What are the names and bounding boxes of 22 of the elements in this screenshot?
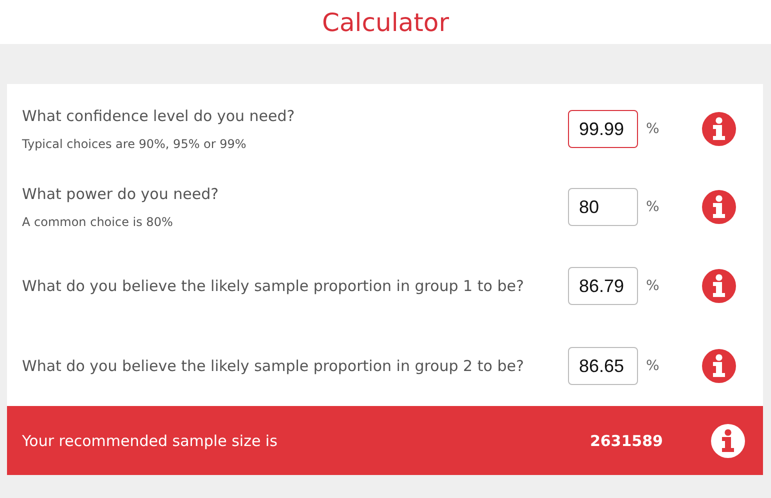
input-field[interactable]: 99.99	[568, 110, 638, 148]
input-field[interactable]: 80	[568, 188, 638, 226]
result-value: 2631589	[590, 432, 663, 450]
percent-unit: %	[645, 199, 660, 215]
question-label: What do you believe the likely sample proportion in group 2 to be?	[22, 357, 525, 375]
question-label: What confidence level do you need?	[22, 107, 296, 125]
result-label: Your recommended sample size is	[22, 432, 278, 450]
info-icon[interactable]	[701, 189, 737, 225]
percent-unit: %	[645, 278, 660, 294]
info-icon[interactable]	[710, 422, 746, 458]
input-field[interactable]: 86.65	[568, 347, 638, 385]
input-field[interactable]: 86.79	[568, 267, 638, 305]
info-icon[interactable]	[701, 268, 737, 304]
info-icon[interactable]	[701, 348, 737, 384]
hint-text: A common choice is 80%	[22, 215, 174, 229]
info-icon[interactable]	[701, 111, 737, 147]
question-label: What do you believe the likely sample proportion in group 1 to be?	[22, 277, 525, 295]
percent-unit: %	[645, 121, 660, 137]
hint-text: Typical choices are 90%, 95% or 99%	[22, 137, 248, 151]
question-label: What power do you need?	[22, 185, 220, 203]
percent-unit: %	[645, 358, 660, 374]
page-title: Calculator	[322, 8, 449, 36]
